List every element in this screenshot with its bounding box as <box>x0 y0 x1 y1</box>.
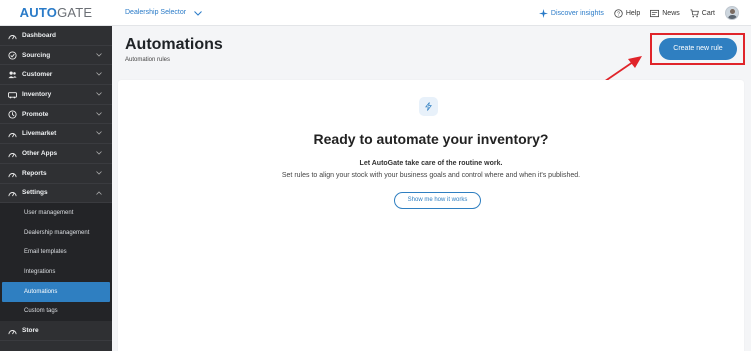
apps-icon <box>8 149 17 158</box>
main-content: Automations Automation rules Create new … <box>112 26 751 351</box>
sidebar: Dashboard Sourcing Customer Inventory Pr… <box>0 26 112 351</box>
chevron-down-icon <box>96 131 102 136</box>
customer-icon <box>8 70 17 79</box>
sidebar-item-store[interactable]: Store <box>0 321 112 341</box>
settings-icon <box>8 188 17 197</box>
dealership-selector-label: Dealership Selector <box>125 9 187 16</box>
sidebar-item-email-templates[interactable]: Email templates <box>2 243 110 263</box>
empty-state-card: Ready to automate your inventory? Let Au… <box>118 80 744 351</box>
dashboard-icon <box>8 31 17 40</box>
discover-insights-link[interactable]: Discover insights <box>538 8 604 18</box>
top-bar: AUTOGATE Dealership Selector Discover in… <box>0 0 751 26</box>
help-link[interactable]: ? Help <box>614 8 640 18</box>
store-icon <box>8 326 17 335</box>
empty-state-lead: Let AutoGate take care of the routine wo… <box>359 160 503 167</box>
inventory-icon <box>8 90 17 99</box>
help-icon: ? <box>614 8 623 18</box>
annotation-highlight-box <box>650 33 745 65</box>
sidebar-item-inventory[interactable]: Inventory <box>0 85 112 105</box>
sidebar-item-livemarket[interactable]: Livemarket <box>0 124 112 145</box>
chevron-down-icon <box>96 72 102 76</box>
sidebar-item-other-apps[interactable]: Other Apps <box>0 144 112 164</box>
sidebar-item-reports[interactable]: Reports <box>0 164 112 184</box>
top-nav: Discover insights ? Help News Cart <box>538 0 739 26</box>
sidebar-item-customer[interactable]: Customer <box>0 65 112 86</box>
sidebar-item-sourcing[interactable]: Sourcing <box>0 46 112 66</box>
chevron-down-icon <box>96 171 102 175</box>
sidebar-item-custom-tags[interactable]: Custom tags <box>2 302 110 322</box>
sidebar-item-promote[interactable]: Promote <box>0 105 112 125</box>
cart-icon <box>690 8 699 17</box>
sidebar-item-automations[interactable]: Automations <box>2 281 110 302</box>
dealership-selector[interactable]: Dealership Selector <box>125 0 202 26</box>
sparkle-icon <box>538 8 548 18</box>
news-link[interactable]: News <box>650 9 680 18</box>
chevron-up-icon <box>96 190 102 195</box>
chevron-down-icon <box>96 111 102 116</box>
cart-link[interactable]: Cart <box>690 8 715 18</box>
promote-icon <box>8 110 17 119</box>
show-me-how-button[interactable]: Show me how it works <box>394 192 481 209</box>
news-icon <box>650 9 660 17</box>
sidebar-item-dashboard[interactable]: Dashboard <box>0 26 112 46</box>
reports-icon <box>8 169 17 178</box>
autogate-logo[interactable]: AUTOGATE <box>0 0 112 26</box>
chevron-down-icon <box>194 10 202 16</box>
sidebar-item-integrations[interactable]: Integrations <box>2 262 110 282</box>
sourcing-icon <box>8 50 17 60</box>
chevron-down-icon <box>96 151 102 155</box>
empty-state-description: Set rules to align your stock with your … <box>281 172 581 179</box>
page-title: Automations <box>125 36 223 53</box>
settings-submenu: User management Dealership management Em… <box>0 203 112 322</box>
chevron-down-icon <box>96 52 102 57</box>
lightning-icon <box>419 97 438 116</box>
sidebar-item-dealership-management[interactable]: Dealership management <box>2 223 110 243</box>
livemarket-icon <box>8 129 17 138</box>
svg-text:?: ? <box>617 11 620 17</box>
empty-state-title: Ready to automate your inventory? <box>313 131 549 147</box>
user-avatar[interactable] <box>725 6 739 20</box>
sidebar-item-user-management[interactable]: User management <box>2 203 110 223</box>
sidebar-item-settings[interactable]: Settings <box>0 184 112 204</box>
chevron-down-icon <box>96 92 102 96</box>
page-subtitle: Automation rules <box>125 57 171 63</box>
